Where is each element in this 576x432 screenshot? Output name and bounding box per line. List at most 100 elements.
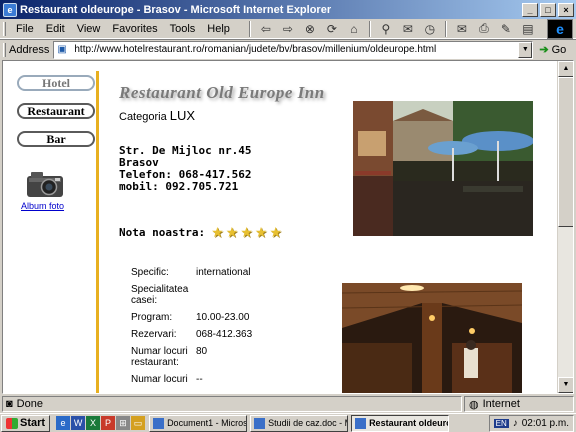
ie-task-icon xyxy=(355,417,367,429)
system-tray: EN ♪ 02:01 p.m. xyxy=(488,414,574,432)
star-icon: ★ xyxy=(254,224,268,240)
status-text: Done xyxy=(16,398,43,410)
go-label: Go xyxy=(551,43,567,56)
quick-launch: e W X P ⊞ ▭ xyxy=(56,416,146,430)
star-icon: ★ xyxy=(269,224,282,240)
category-label: Categoria xyxy=(119,111,167,123)
address-input[interactable]: ▣ http://www.hotelrestaurant.ro/romanian… xyxy=(53,40,534,59)
ie-icon: e xyxy=(3,2,17,17)
menu-file[interactable]: File xyxy=(10,23,40,35)
vertical-scrollbar[interactable]: ▲ ▼ xyxy=(557,61,573,393)
menu-edit[interactable]: Edit xyxy=(40,23,71,35)
favorites-icon[interactable]: ✉ xyxy=(398,20,418,38)
task-document1[interactable]: Document1 - Microsoft ... xyxy=(149,414,248,432)
home-icon[interactable]: ⌂ xyxy=(344,20,364,38)
address-bar: Address ▣ http://www.hotelrestaurant.ro/… xyxy=(0,39,576,59)
task-label: Restaurant oldeuro... xyxy=(369,418,448,428)
ie-quicklaunch-icon[interactable]: e xyxy=(56,416,71,430)
detail-value: 80 xyxy=(196,346,208,357)
globe-icon: ◍ xyxy=(469,398,479,411)
title-bar: e Restaurant oldeurope - Brasov - Micros… xyxy=(0,0,576,19)
task-restaurant[interactable]: Restaurant oldeuro... xyxy=(351,414,450,432)
menu-tools[interactable]: Tools xyxy=(164,23,202,35)
task-studii[interactable]: Studii de caz.doc - Micr... xyxy=(250,414,349,432)
contact-block: Str. De Mijloc nr.45 Brasov Telefon: 068… xyxy=(119,145,251,193)
detail-value: international xyxy=(196,267,251,278)
minimize-button[interactable]: _ xyxy=(522,2,538,17)
chevron-down-icon[interactable]: ▼ xyxy=(518,41,533,58)
album-foto-link[interactable]: Album foto xyxy=(21,201,64,211)
detail-key: Numar locuri restaurant: xyxy=(131,346,188,368)
word-icon[interactable]: W xyxy=(71,416,86,430)
rating-stars: ★ ★ ★ ★ ★ xyxy=(211,224,282,241)
detail-row: Specialitatea casei: xyxy=(131,284,252,306)
nav-restaurant-button[interactable]: Restaurant xyxy=(17,103,95,119)
folder-icon[interactable]: ▭ xyxy=(131,416,146,430)
nav-hotel-button[interactable]: Hotel xyxy=(17,75,95,91)
terrace-photo[interactable] xyxy=(353,101,533,236)
refresh-icon[interactable]: ⟳ xyxy=(322,20,342,38)
scroll-up-icon[interactable]: ▲ xyxy=(558,61,573,77)
rating: Nota noastra: ★ ★ ★ ★ ★ xyxy=(119,224,282,241)
go-arrow-icon: ➔ xyxy=(539,44,549,56)
menu-view[interactable]: View xyxy=(71,23,107,35)
nav-bar-button[interactable]: Bar xyxy=(17,131,95,147)
window-title: Restaurant oldeurope - Brasov - Microsof… xyxy=(20,3,332,16)
scroll-down-icon[interactable]: ▼ xyxy=(558,377,573,393)
site-nav: Hotel Restaurant Bar xyxy=(17,75,99,159)
clock[interactable]: 02:01 p.m. xyxy=(522,418,569,429)
detail-row: Program: 10.00-23.00 xyxy=(131,312,252,323)
menu-help[interactable]: Help xyxy=(201,23,236,35)
interior-photo[interactable] xyxy=(342,283,522,393)
toolbar-grip[interactable] xyxy=(3,42,6,57)
back-icon[interactable]: ⇦ xyxy=(256,20,276,38)
toolbar-grip[interactable] xyxy=(3,21,6,36)
detail-value: -- xyxy=(196,374,203,385)
web-page: Hotel Restaurant Bar Album foto Restaura… xyxy=(3,61,559,393)
close-button[interactable]: × xyxy=(558,2,574,17)
edit-icon[interactable]: ✎ xyxy=(496,20,516,38)
menu-favorites[interactable]: Favorites xyxy=(106,23,163,35)
star-icon: ★ xyxy=(211,224,224,240)
detail-value: 068-412.363 xyxy=(196,329,253,340)
maximize-button[interactable]: □ xyxy=(540,2,556,17)
go-button[interactable]: ➔ Go xyxy=(539,43,567,57)
category: Categoria LUX xyxy=(119,108,195,123)
camera-icon[interactable] xyxy=(25,169,65,199)
ie-throbber-icon: e xyxy=(547,19,573,39)
excel-icon[interactable]: X xyxy=(86,416,101,430)
history-icon[interactable]: ◷ xyxy=(420,20,440,38)
detail-row: Numar locuri -- xyxy=(131,374,252,385)
scrollbar-thumb[interactable] xyxy=(558,77,573,227)
address-url[interactable]: http://www.hotelrestaurant.ro/romanian/j… xyxy=(74,44,518,55)
task-label: Document1 - Microsoft ... xyxy=(167,418,248,428)
category-value: LUX xyxy=(169,108,196,123)
word-doc-icon xyxy=(153,417,165,429)
powerpoint-icon[interactable]: P xyxy=(101,416,116,430)
start-button[interactable]: Start xyxy=(1,414,51,432)
detail-value: 10.00-23.00 xyxy=(196,312,250,323)
page-icon: ▣ xyxy=(57,43,67,55)
mail-icon[interactable]: ✉ xyxy=(452,20,472,38)
detail-row: Numar locuri restaurant: 80 xyxy=(131,346,252,368)
status-bar: ◙ Done ◍ Internet xyxy=(0,395,576,413)
speaker-icon[interactable]: ♪ xyxy=(513,418,518,429)
search-icon[interactable]: ⚲ xyxy=(376,20,396,38)
windows-logo-icon xyxy=(6,417,18,429)
address-label: Address xyxy=(9,43,50,56)
toolbar-separator xyxy=(368,20,371,37)
menu-bar: File Edit View Favorites Tools Help ⇦ ⇨ … xyxy=(0,19,576,39)
discuss-icon[interactable]: ▤ xyxy=(518,20,538,38)
toolbar-separator xyxy=(248,20,251,37)
detail-key: Specific: xyxy=(131,267,169,278)
star-icon: ★ xyxy=(225,224,239,240)
forward-icon[interactable]: ⇨ xyxy=(278,20,298,38)
print-icon[interactable]: ⎙ xyxy=(474,20,494,38)
explorer-icon[interactable]: ⊞ xyxy=(116,416,131,430)
rating-label: Nota noastra: xyxy=(119,226,206,239)
detail-row: Rezervari: 068-412.363 xyxy=(131,329,252,340)
stop-icon[interactable]: ⊗ xyxy=(300,20,320,38)
detail-row: Specific: international xyxy=(131,267,252,278)
star-icon: ★ xyxy=(240,224,253,240)
language-indicator[interactable]: EN xyxy=(493,418,509,428)
